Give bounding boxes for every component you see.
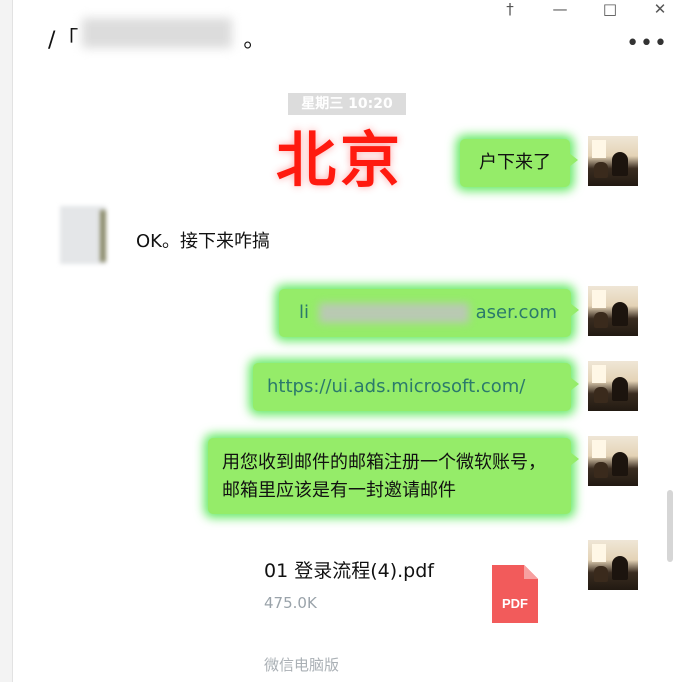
pin-icon[interactable]: † bbox=[496, 0, 524, 18]
chat-title-suffix: 。 bbox=[243, 28, 267, 53]
pdf-file-icon[interactable]: PDF bbox=[492, 565, 538, 623]
avatar[interactable] bbox=[60, 206, 106, 264]
more-options-icon[interactable]: ••• bbox=[626, 31, 668, 56]
left-panel-edge bbox=[0, 0, 13, 682]
link-text[interactable]: https://ui.ads.microsoft.com/ bbox=[267, 363, 525, 411]
close-icon[interactable]: ✕ bbox=[646, 0, 674, 18]
avatar[interactable] bbox=[588, 136, 638, 186]
minimize-icon[interactable]: — bbox=[546, 0, 574, 18]
message-text: 户下来了 bbox=[479, 152, 551, 173]
avatar[interactable] bbox=[588, 540, 638, 590]
sticker-image[interactable]: 北京 bbox=[276, 112, 404, 199]
avatar[interactable] bbox=[588, 436, 638, 486]
message-bubble[interactable]: 户下来了 bbox=[460, 139, 578, 187]
link-text-start: li bbox=[299, 302, 310, 323]
message-bubble[interactable]: 用您收到邮件的邮箱注册一个微软账号，邮箱里应该是有一封邀请邮件 bbox=[208, 438, 579, 514]
chat-header: /「 。 † — □ ✕ ••• bbox=[12, 0, 676, 70]
scrollbar[interactable] bbox=[667, 490, 673, 562]
message-text: 用您收到邮件的邮箱注册一个微软账号，邮箱里应该是有一封邀请邮件 bbox=[222, 452, 546, 501]
link-redaction-blur bbox=[319, 303, 469, 323]
file-size: 475.0K bbox=[264, 594, 317, 612]
message-bubble[interactable]: https://ui.ads.microsoft.com/ bbox=[253, 363, 579, 411]
message-bubble[interactable]: OK。接下来咋搞 bbox=[136, 227, 270, 253]
avatar[interactable] bbox=[588, 286, 638, 336]
file-name[interactable]: 01 登录流程(4).pdf bbox=[264, 556, 434, 583]
message-text: OK。接下来咋搞 bbox=[136, 231, 270, 252]
file-source-label: 微信电脑版 bbox=[264, 656, 340, 674]
message-bubble[interactable]: li aser.com bbox=[279, 289, 579, 337]
pdf-icon-label: PDF bbox=[502, 596, 528, 611]
avatar[interactable] bbox=[588, 361, 638, 411]
chat-title-prefix: /「 bbox=[48, 28, 80, 53]
maximize-icon[interactable]: □ bbox=[596, 0, 624, 18]
link-text-end: aser.com bbox=[475, 302, 557, 323]
title-redaction-blur bbox=[82, 18, 232, 48]
